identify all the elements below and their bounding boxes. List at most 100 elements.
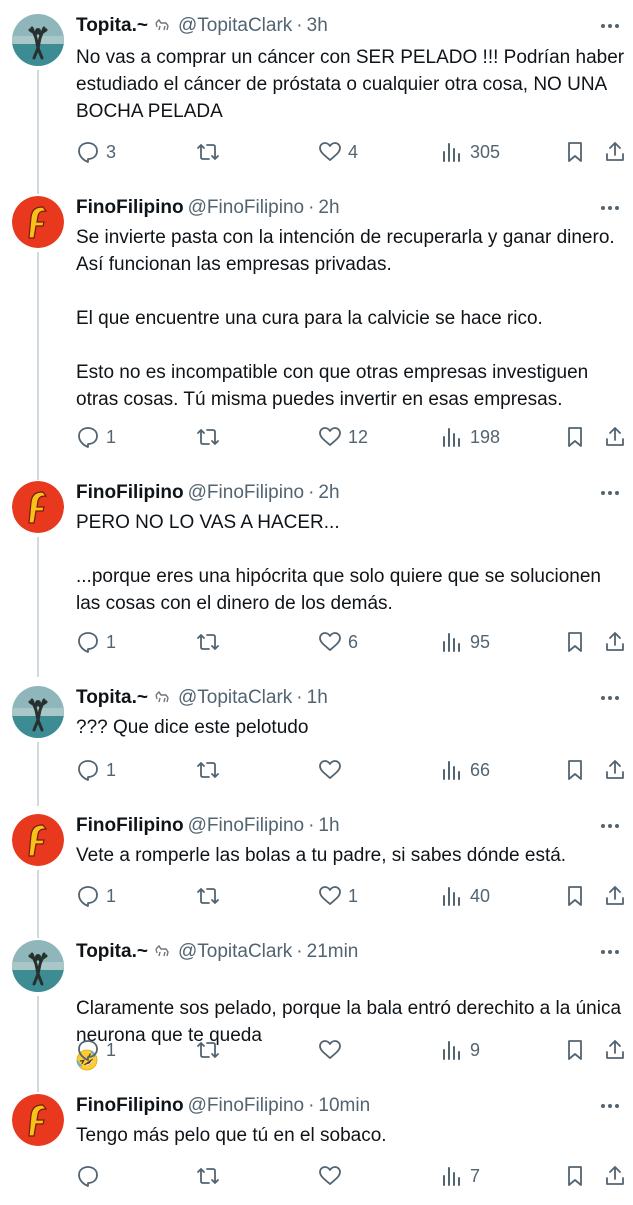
timestamp[interactable]: 1h [307,687,328,708]
share-icon [606,142,624,161]
author-handle[interactable]: @TopitaClark [178,15,292,36]
more-icon[interactable] [597,1094,623,1118]
author-name[interactable]: FinoFilipino [76,815,184,836]
share-icon [606,760,624,779]
like-button[interactable] [318,1162,348,1190]
more-icon[interactable] [597,196,623,220]
share-button[interactable] [603,1036,627,1064]
tweet-text: No vas a comprar un cáncer con SER PELAD… [76,47,625,122]
like-count: 4 [348,141,359,162]
author-name[interactable]: FinoFilipino [76,1095,184,1116]
like-button[interactable]: 4 [318,138,358,166]
avatar[interactable] [12,814,64,866]
timestamp[interactable]: 2h [318,197,339,218]
reply-button[interactable]: 3 [76,138,116,166]
like-button[interactable]: 12 [318,423,368,451]
timestamp[interactable]: 2h [318,482,339,503]
reply-button[interactable] [76,1162,106,1190]
views-button[interactable]: 66 [440,756,490,784]
share-button[interactable] [603,756,627,784]
author-name[interactable]: Topita.~ [76,687,148,708]
tweet-actions: 1 6 95 [0,628,633,656]
author-name[interactable]: Topita.~ [76,941,148,962]
reply-button[interactable]: 1 [76,756,116,784]
avatar[interactable] [12,14,64,66]
like-count: 12 [348,426,369,447]
reply-count: 3 [106,141,117,162]
views-button[interactable]: 95 [440,628,490,656]
separator-dot: · [308,482,315,503]
bookmark-button[interactable] [563,628,587,656]
views-button[interactable]: 40 [440,882,490,910]
avatar[interactable] [12,686,64,738]
repost-button[interactable] [196,882,226,910]
separator-dot: · [308,1095,315,1116]
author-handle[interactable]: @FinoFilipino [188,815,304,836]
author-name[interactable]: FinoFilipino [76,482,184,503]
avatar[interactable] [12,940,64,992]
more-icon[interactable] [597,481,623,505]
timestamp[interactable]: 1h [318,815,339,836]
share-icon [606,1040,624,1059]
share-button[interactable] [603,423,627,451]
like-button[interactable]: 6 [318,628,358,656]
reply-icon [78,632,98,653]
views-button[interactable]: 7 [440,1162,480,1190]
timestamp[interactable]: 3h [307,15,328,36]
more-icon[interactable] [597,14,623,38]
reply-button[interactable]: 1 [76,1036,116,1064]
bookmark-button[interactable] [563,423,587,451]
repost-button[interactable] [196,138,226,166]
tweet-header: Topita.~ @TopitaClark · 3h [76,14,328,38]
share-button[interactable] [603,882,627,910]
tweet-text: PERO NO LO VAS A HACER... ...porque eres… [76,512,601,614]
like-button[interactable]: 1 [318,882,358,910]
view-count: 7 [470,1165,481,1186]
bookmark-button[interactable] [563,1162,587,1190]
bookmark-icon [568,632,582,652]
bookmark-button[interactable] [563,138,587,166]
views-button[interactable]: 9 [440,1036,480,1064]
timestamp[interactable]: 10min [318,1095,370,1116]
views-button[interactable]: 305 [440,138,500,166]
reply-button[interactable]: 1 [76,628,116,656]
reply-button[interactable]: 1 [76,882,116,910]
author-handle[interactable]: @FinoFilipino [188,1095,304,1116]
author-name[interactable]: FinoFilipino [76,197,184,218]
bookmark-button[interactable] [563,756,587,784]
tweet-text: Tengo más pelo que tú en el sobaco. [76,1125,387,1146]
author-handle[interactable]: @FinoFilipino [188,482,304,503]
tweet-actions: 1 66 [0,756,633,784]
timestamp[interactable]: 21min [307,941,359,962]
bookmark-button[interactable] [563,882,587,910]
avatar[interactable] [12,196,64,248]
like-button[interactable] [318,756,348,784]
view-count: 9 [470,1039,481,1060]
repost-button[interactable] [196,756,226,784]
author-name[interactable]: Topita.~ [76,15,148,36]
author-handle[interactable]: @FinoFilipino [188,197,304,218]
bookmark-button[interactable] [563,1036,587,1064]
author-handle[interactable]: @TopitaClark [178,687,292,708]
more-icon[interactable] [597,940,623,964]
author-handle[interactable]: @TopitaClark [178,941,292,962]
like-count: 6 [348,631,359,652]
share-button[interactable] [603,1162,627,1190]
tweet-actions: 1 12 198 [0,423,633,451]
repost-button[interactable] [196,423,226,451]
more-icon[interactable] [597,686,623,710]
reply-button[interactable]: 1 [76,423,116,451]
repost-button[interactable] [196,1162,226,1190]
views-button[interactable]: 198 [440,423,500,451]
share-icon [606,886,624,905]
repost-button[interactable] [196,1036,226,1064]
share-button[interactable] [603,138,627,166]
like-button[interactable] [318,1036,348,1064]
heart-icon [319,760,341,779]
avatar-image [12,481,64,533]
avatar[interactable] [12,481,64,533]
avatar[interactable] [12,1094,64,1146]
repost-button[interactable] [196,628,226,656]
more-icon[interactable] [597,814,623,838]
share-button[interactable] [603,628,627,656]
